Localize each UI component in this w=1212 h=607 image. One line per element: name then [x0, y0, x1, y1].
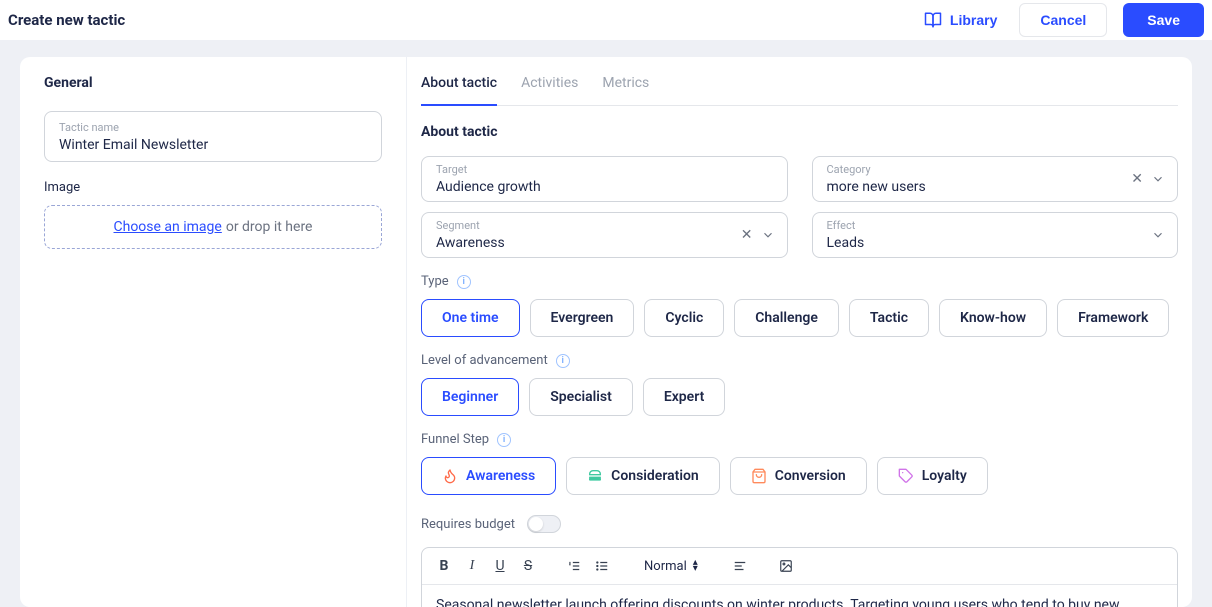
- type-option-framework[interactable]: Framework: [1057, 299, 1169, 337]
- about-heading: About tactic: [421, 124, 1178, 140]
- detail-panel: About tactic Activities Metrics About ta…: [406, 57, 1192, 607]
- chevron-down-icon: [761, 228, 775, 242]
- general-heading: General: [44, 75, 382, 91]
- funnel-option-consideration[interactable]: Consideration: [566, 457, 720, 495]
- description-editor: B I U S Normal ▴▾: [421, 547, 1178, 607]
- type-option-know-how[interactable]: Know-how: [939, 299, 1047, 337]
- align-button[interactable]: [728, 554, 752, 578]
- editor-textarea[interactable]: Seasonal newsletter launch offering disc…: [422, 585, 1177, 607]
- category-select[interactable]: Category more new users ✕: [812, 156, 1179, 202]
- funnel-option-awareness[interactable]: Awareness: [421, 457, 556, 495]
- choose-image-link[interactable]: Choose an image: [114, 219, 222, 235]
- strike-button[interactable]: S: [516, 554, 540, 578]
- dropzone-text: or drop it here: [226, 219, 313, 235]
- segment-select[interactable]: Segment Awareness ✕: [421, 212, 788, 258]
- funnel-option-loyalty[interactable]: Loyalty: [877, 457, 988, 495]
- segment-value: Awareness: [436, 235, 749, 251]
- style-select[interactable]: Normal ▴▾: [636, 558, 706, 574]
- library-label: Library: [950, 12, 997, 28]
- type-option-one-time[interactable]: One time: [421, 299, 520, 337]
- tactic-name-input[interactable]: [59, 137, 367, 153]
- burger-icon: [587, 468, 603, 484]
- clear-icon[interactable]: ✕: [741, 227, 753, 243]
- library-button[interactable]: Library: [918, 10, 1003, 30]
- effect-select[interactable]: Effect Leads: [812, 212, 1179, 258]
- category-label: Category: [827, 164, 1140, 175]
- target-select[interactable]: Target Audience growth: [421, 156, 788, 202]
- general-panel: General Tactic name Image Choose an imag…: [20, 57, 406, 607]
- funnel-option-label: Awareness: [466, 468, 535, 484]
- shopping-bag-icon: [751, 468, 767, 484]
- tab-activities[interactable]: Activities: [521, 75, 578, 105]
- type-option-challenge[interactable]: Challenge: [734, 299, 839, 337]
- image-label: Image: [44, 180, 382, 195]
- tactic-name-label: Tactic name: [59, 122, 367, 133]
- info-icon[interactable]: i: [556, 354, 570, 368]
- level-label: Level of advancement: [421, 353, 548, 368]
- tab-metrics[interactable]: Metrics: [602, 75, 649, 105]
- tactic-name-field[interactable]: Tactic name: [44, 111, 382, 162]
- chevron-down-icon: [1151, 172, 1165, 186]
- tag-icon: [898, 468, 914, 484]
- funnel-label: Funnel Step: [421, 432, 489, 447]
- funnel-option-label: Consideration: [611, 468, 699, 484]
- chevron-updown-icon: ▴▾: [693, 558, 698, 574]
- image-button[interactable]: [774, 554, 798, 578]
- page-title: Create new tactic: [8, 11, 125, 29]
- style-select-value: Normal: [644, 559, 687, 574]
- book-icon: [924, 11, 942, 29]
- effect-label: Effect: [827, 220, 1140, 231]
- info-icon[interactable]: i: [457, 275, 471, 289]
- type-label: Type: [421, 274, 449, 289]
- type-option-tactic[interactable]: Tactic: [849, 299, 929, 337]
- segment-label: Segment: [436, 220, 749, 231]
- chevron-down-icon: [1151, 228, 1165, 242]
- level-option-beginner[interactable]: Beginner: [421, 378, 519, 416]
- target-label: Target: [436, 164, 749, 175]
- funnel-option-label: Loyalty: [922, 468, 967, 484]
- tab-about-tactic[interactable]: About tactic: [421, 75, 497, 105]
- level-option-expert[interactable]: Expert: [643, 378, 725, 416]
- type-option-evergreen[interactable]: Evergreen: [530, 299, 635, 337]
- funnel-option-label: Conversion: [775, 468, 846, 484]
- budget-label: Requires budget: [421, 517, 515, 532]
- effect-value: Leads: [827, 235, 1140, 251]
- flame-icon: [442, 468, 458, 484]
- info-icon[interactable]: i: [497, 433, 511, 447]
- image-dropzone[interactable]: Choose an image or drop it here: [44, 205, 382, 249]
- clear-icon[interactable]: ✕: [1131, 171, 1143, 187]
- cancel-button[interactable]: Cancel: [1019, 3, 1107, 37]
- italic-button[interactable]: I: [460, 554, 484, 578]
- ordered-list-button[interactable]: [562, 554, 586, 578]
- underline-button[interactable]: U: [488, 554, 512, 578]
- bold-button[interactable]: B: [432, 554, 456, 578]
- budget-toggle[interactable]: [527, 515, 561, 533]
- category-value: more new users: [827, 179, 1140, 195]
- level-option-specialist[interactable]: Specialist: [529, 378, 633, 416]
- bullet-list-button[interactable]: [590, 554, 614, 578]
- type-option-cyclic[interactable]: Cyclic: [644, 299, 724, 337]
- save-button[interactable]: Save: [1123, 3, 1204, 37]
- funnel-option-conversion[interactable]: Conversion: [730, 457, 867, 495]
- target-value: Audience growth: [436, 179, 749, 195]
